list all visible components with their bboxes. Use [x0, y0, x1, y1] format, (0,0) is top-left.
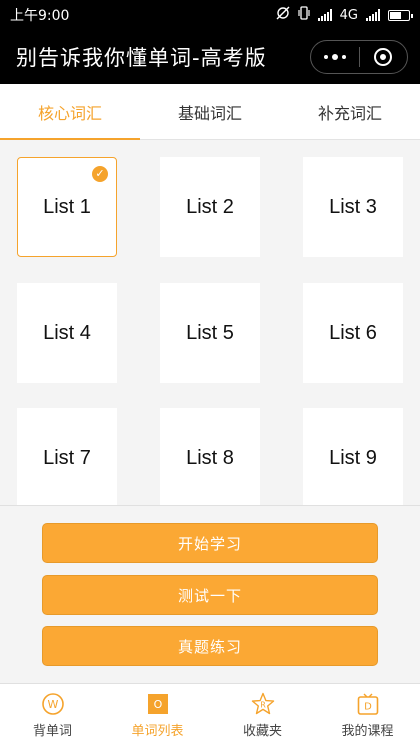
list-label: List 9: [329, 446, 377, 469]
more-dots-icon: [323, 54, 346, 60]
favorites-star-r-icon: R: [251, 692, 275, 716]
checkmark-icon: ✓: [92, 166, 108, 182]
nav-bar: 别告诉我你懂单词-高考版: [0, 30, 420, 84]
list-label: List 5: [186, 321, 234, 344]
list-card-2[interactable]: List 2: [160, 157, 260, 257]
list-label: List 1: [43, 195, 91, 218]
status-icons: 4G: [276, 6, 413, 24]
status-bar: 上午9:00 4G: [0, 0, 420, 30]
bottom-tab-bar: W 背单词 O 单词列表 R 收藏夹 D 我的课程: [0, 683, 420, 747]
tabbar-item-favorites[interactable]: R 收藏夹: [210, 684, 315, 747]
courses-tv-d-icon: D: [356, 692, 380, 716]
status-time: 上午9:00: [10, 8, 70, 24]
list-card-9[interactable]: List 9: [303, 408, 403, 505]
list-card-7[interactable]: List 7: [17, 408, 117, 505]
page-title: 别告诉我你懂单词-高考版: [16, 46, 267, 70]
svg-text:D: D: [364, 702, 372, 713]
list-label: List 4: [43, 321, 91, 344]
list-card-1[interactable]: List 1 ✓: [17, 157, 117, 257]
network-type: 4G: [339, 7, 358, 23]
svg-text:R: R: [260, 701, 266, 710]
more-button[interactable]: [311, 41, 359, 73]
start-learning-button[interactable]: 开始学习: [42, 523, 378, 563]
list-label: List 8: [186, 446, 234, 469]
close-mini-program-button[interactable]: [360, 41, 408, 73]
tabbar-item-my-courses[interactable]: D 我的课程: [315, 684, 420, 747]
test-button[interactable]: 测试一下: [42, 575, 378, 615]
list-grid: List 1 ✓ List 2 List 3 List 4 List 5 Lis…: [0, 140, 420, 505]
tab-core-vocab[interactable]: 核心词汇: [0, 84, 140, 140]
alarm-off-icon: [276, 6, 290, 24]
category-tabs: 核心词汇 基础词汇 补充词汇: [0, 84, 420, 140]
tab-extra-vocab[interactable]: 补充词汇: [280, 84, 420, 139]
list-card-6[interactable]: List 6: [303, 283, 403, 383]
tab-basic-vocab[interactable]: 基础词汇: [140, 84, 280, 139]
tabbar-label: 单词列表: [131, 724, 184, 739]
list-label: List 3: [329, 195, 377, 218]
list-label: List 2: [186, 195, 234, 218]
list-card-5[interactable]: List 5: [160, 283, 260, 383]
vibrate-icon: [298, 6, 310, 24]
list-label: List 6: [329, 321, 377, 344]
close-circle-icon: [374, 48, 393, 66]
svg-text:W: W: [47, 698, 58, 711]
mini-program-capsule: [310, 40, 408, 74]
tabbar-item-word-list[interactable]: O 单词列表: [105, 684, 210, 747]
list-card-8[interactable]: List 8: [160, 408, 260, 505]
tabbar-label: 收藏夹: [242, 724, 282, 739]
tabbar-item-memorize[interactable]: W 背单词: [0, 684, 105, 747]
list-card-3[interactable]: List 3: [303, 157, 403, 257]
action-panel: 开始学习 测试一下 真题练习: [0, 505, 420, 683]
svg-text:O: O: [153, 698, 162, 711]
list-label: List 7: [43, 446, 91, 469]
practice-exam-button[interactable]: 真题练习: [42, 626, 378, 666]
signal-bars-2-icon: [366, 9, 380, 21]
tabbar-label: 我的课程: [341, 724, 394, 739]
signal-bars-icon: [317, 9, 332, 21]
list-card-4[interactable]: List 4: [17, 283, 117, 383]
battery-icon: [388, 9, 413, 21]
memorize-w-icon: W: [41, 692, 65, 716]
tabbar-label: 背单词: [32, 724, 72, 739]
word-list-o-icon: O: [146, 692, 170, 716]
